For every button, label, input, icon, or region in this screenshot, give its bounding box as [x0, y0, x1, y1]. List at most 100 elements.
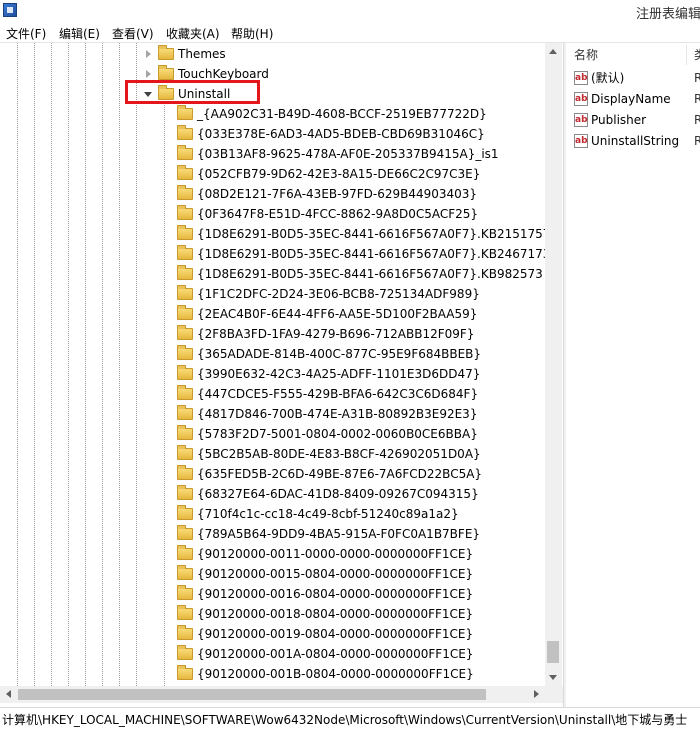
tree-item-subkey[interactable]: {635FED5B-2C6D-49BE-87E6-7A6FCD22BC5A}	[0, 464, 545, 484]
scroll-right-arrow-icon[interactable]	[534, 690, 539, 698]
value-row-default[interactable]: ab (默认) R	[566, 68, 700, 89]
tree-item-subkey[interactable]: {2F8BA3FD-1FA9-4279-B696-712ABB12F09F}	[0, 324, 545, 344]
tree-item-subkey[interactable]: {2EAC4B0F-6E44-4FF6-AA5E-5D100F2BAA59}	[0, 304, 545, 324]
value-name: (默认)	[591, 71, 625, 85]
tree-item-label: {2EAC4B0F-6E44-4FF6-AA5E-5D100F2BAA59}	[197, 307, 478, 321]
registry-tree[interactable]: Themes TouchKeyboard Uninstall _{AA902C3…	[0, 43, 563, 707]
tree-item-subkey[interactable]: {90120000-001B-0804-0000-0000000FF1CE}	[0, 664, 545, 684]
folder-icon	[177, 485, 193, 500]
value-row-publisher[interactable]: ab Publisher R	[566, 110, 700, 131]
expand-arrow-icon[interactable]	[146, 70, 151, 78]
value-name: Publisher	[591, 113, 647, 127]
tree-item-label: {90120000-0011-0000-0000-0000000FF1CE}	[197, 547, 474, 561]
tree-item-subkey[interactable]: {4817D846-700B-474E-A31B-80892B3E92E3}	[0, 404, 545, 424]
tree-item-label: {710f4c1c-cc18-4c49-8cbf-51240c89a1a2}	[197, 507, 459, 521]
tree-item-label: {5BC2B5AB-80DE-4E83-B8CF-426902051D0A}	[197, 447, 481, 461]
tree-item-subkey[interactable]: {365ADADE-814B-400C-877C-95E9F684BBEB}	[0, 344, 545, 364]
scroll-left-arrow-icon[interactable]	[6, 690, 11, 698]
tree-item-subkey[interactable]: {90120000-0015-0804-0000-0000000FF1CE}	[0, 564, 545, 584]
value-name: UninstallString	[591, 134, 680, 148]
tree-item-label: {052CFB79-9D62-42E3-8A15-DE66C2C97C3E}	[197, 167, 481, 181]
folder-icon	[177, 245, 193, 260]
tree-item-subkey[interactable]: {90120000-0019-0804-0000-0000000FF1CE}	[0, 624, 545, 644]
tree-item-subkey[interactable]: {710f4c1c-cc18-4c49-8cbf-51240c89a1a2}	[0, 504, 545, 524]
folder-icon	[177, 465, 193, 480]
menu-edit[interactable]: 编辑(E)	[59, 25, 100, 42]
folder-icon	[177, 545, 193, 560]
tree-item-subkey[interactable]: {90120000-0016-0804-0000-0000000FF1CE}	[0, 584, 545, 604]
value-row-displayname[interactable]: ab DisplayName R	[566, 89, 700, 110]
value-type: R	[694, 71, 700, 85]
folder-icon	[177, 565, 193, 580]
tree-item-subkey[interactable]: {1D8E6291-B0D5-35EC-8441-6616F567A0F7}.K…	[0, 224, 550, 244]
column-header-name[interactable]: 名称	[574, 43, 598, 67]
tree-item-touchkeyboard[interactable]: TouchKeyboard	[0, 64, 545, 84]
column-separator[interactable]	[686, 45, 687, 65]
tree-item-label: {635FED5B-2C6D-49BE-87E6-7A6FCD22BC5A}	[197, 467, 483, 481]
expand-arrow-icon[interactable]	[146, 50, 151, 58]
registry-editor-icon[interactable]	[3, 3, 17, 17]
tree-item-label: {90120000-0016-0804-0000-0000000FF1CE}	[197, 587, 474, 601]
menu-help[interactable]: 帮助(H)	[231, 25, 273, 42]
folder-icon	[177, 265, 193, 280]
folder-icon	[177, 365, 193, 380]
tree-item-label: {447CDCE5-F555-429B-BFA6-642C3C6D684F}	[197, 387, 479, 401]
tree-item-subkey[interactable]: {08D2E121-7F6A-43EB-97FD-629B44903403}	[0, 184, 545, 204]
folder-icon	[177, 645, 193, 660]
tree-item-subkey[interactable]: {052CFB79-9D62-42E3-8A15-DE66C2C97C3E}	[0, 164, 545, 184]
tree-item-subkey[interactable]: {03B13AF8-9625-478A-AF0E-205337B9415A}_i…	[0, 144, 545, 164]
tree-item-subkey[interactable]: {90120000-0018-0804-0000-0000000FF1CE}	[0, 604, 545, 624]
tree-item-label: {1D8E6291-B0D5-35EC-8441-6616F567A0F7}.K…	[197, 227, 551, 241]
tree-item-subkey[interactable]: {1F1C2DFC-2D24-3E06-BCB8-725134ADF989}	[0, 284, 545, 304]
registry-path: 计算机\HKEY_LOCAL_MACHINE\SOFTWARE\Wow6432N…	[2, 713, 688, 727]
value-row-uninstallstring[interactable]: ab UninstallString R	[566, 131, 700, 152]
tree-item-label: {3990E632-42C3-4A25-ADFF-1101E3D6DD47}	[197, 367, 481, 381]
folder-icon	[177, 625, 193, 640]
tree-item-label: {033E378E-6AD3-4AD5-BDEB-CBD69B31046C}	[197, 127, 485, 141]
folder-icon	[177, 165, 193, 180]
folder-icon	[177, 525, 193, 540]
tree-item-subkey[interactable]: {3990E632-42C3-4A25-ADFF-1101E3D6DD47}	[0, 364, 545, 384]
scroll-down-arrow-icon[interactable]	[549, 675, 557, 680]
tree-item-subkey[interactable]: {5783F2D7-5001-0804-0002-0060B0CE6BBA}	[0, 424, 545, 444]
string-value-icon: ab	[574, 134, 588, 148]
tree-item-subkey[interactable]: {447CDCE5-F555-429B-BFA6-642C3C6D684F}	[0, 384, 545, 404]
string-value-icon: ab	[574, 113, 588, 127]
tree-item-label: {1F1C2DFC-2D24-3E06-BCB8-725134ADF989}	[197, 287, 480, 301]
tree-item-subkey[interactable]: {789A5B64-9DD9-4BA5-915A-F0FC0A1B7BFE}	[0, 524, 545, 544]
value-type: R	[694, 134, 700, 148]
tree-item-themes[interactable]: Themes	[0, 44, 545, 64]
tree-item-label: {90120000-0015-0804-0000-0000000FF1CE}	[197, 567, 474, 581]
folder-icon	[177, 585, 193, 600]
scroll-up-arrow-icon[interactable]	[549, 49, 557, 54]
folder-icon	[177, 225, 193, 240]
tree-item-subkey[interactable]: {5BC2B5AB-80DE-4E83-B8CF-426902051D0A}	[0, 444, 545, 464]
tree-item-uninstall[interactable]: Uninstall	[0, 84, 545, 104]
menu-file[interactable]: 文件(F)	[6, 25, 46, 42]
folder-icon	[177, 385, 193, 400]
scrollbar-corner	[545, 686, 563, 703]
red-highlight-box	[125, 80, 260, 104]
tree-item-subkey[interactable]: {90120000-001A-0804-0000-0000000FF1CE}	[0, 644, 545, 664]
tree-item-subkey[interactable]: _{AA902C31-B49D-4608-BCCF-2519EB77722D}	[0, 104, 545, 124]
menu-view[interactable]: 查看(V)	[112, 25, 154, 42]
tree-item-label: {1D8E6291-B0D5-35EC-8441-6616F567A0F7}.K…	[197, 247, 551, 261]
column-header-type[interactable]: 类	[694, 43, 700, 67]
menu-favorites[interactable]: 收藏夹(A)	[166, 25, 220, 42]
string-value-icon: ab	[574, 92, 588, 106]
tree-item-subkey[interactable]: {1D8E6291-B0D5-35EC-8441-6616F567A0F7}.K…	[0, 244, 550, 264]
scrollbar-thumb[interactable]	[547, 641, 559, 663]
folder-icon	[177, 105, 193, 120]
values-list[interactable]: 名称 类 ab (默认) R ab DisplayName R ab Publi…	[566, 43, 700, 707]
tree-item-subkey[interactable]: {1D8E6291-B0D5-35EC-8441-6616F567A0F7}.K…	[0, 264, 545, 284]
tree-item-subkey[interactable]: {90120000-0011-0000-0000-0000000FF1CE}	[0, 544, 545, 564]
scrollbar-thumb[interactable]	[18, 689, 486, 700]
tree-item-subkey[interactable]: {0F3647F8-E51D-4FCC-8862-9A8D0C5ACF25}	[0, 204, 545, 224]
tree-item-label: {03B13AF8-9625-478A-AF0E-205337B9415A}_i…	[197, 147, 499, 161]
tree-vertical-scrollbar[interactable]	[545, 43, 562, 686]
tree-item-label: {1D8E6291-B0D5-35EC-8441-6616F567A0F7}.K…	[197, 267, 543, 281]
folder-icon	[177, 665, 193, 680]
tree-horizontal-scrollbar[interactable]	[0, 686, 545, 703]
tree-item-subkey[interactable]: {68327E64-6DAC-41D8-8409-09267C094315}	[0, 484, 545, 504]
tree-item-subkey[interactable]: {033E378E-6AD3-4AD5-BDEB-CBD69B31046C}	[0, 124, 545, 144]
